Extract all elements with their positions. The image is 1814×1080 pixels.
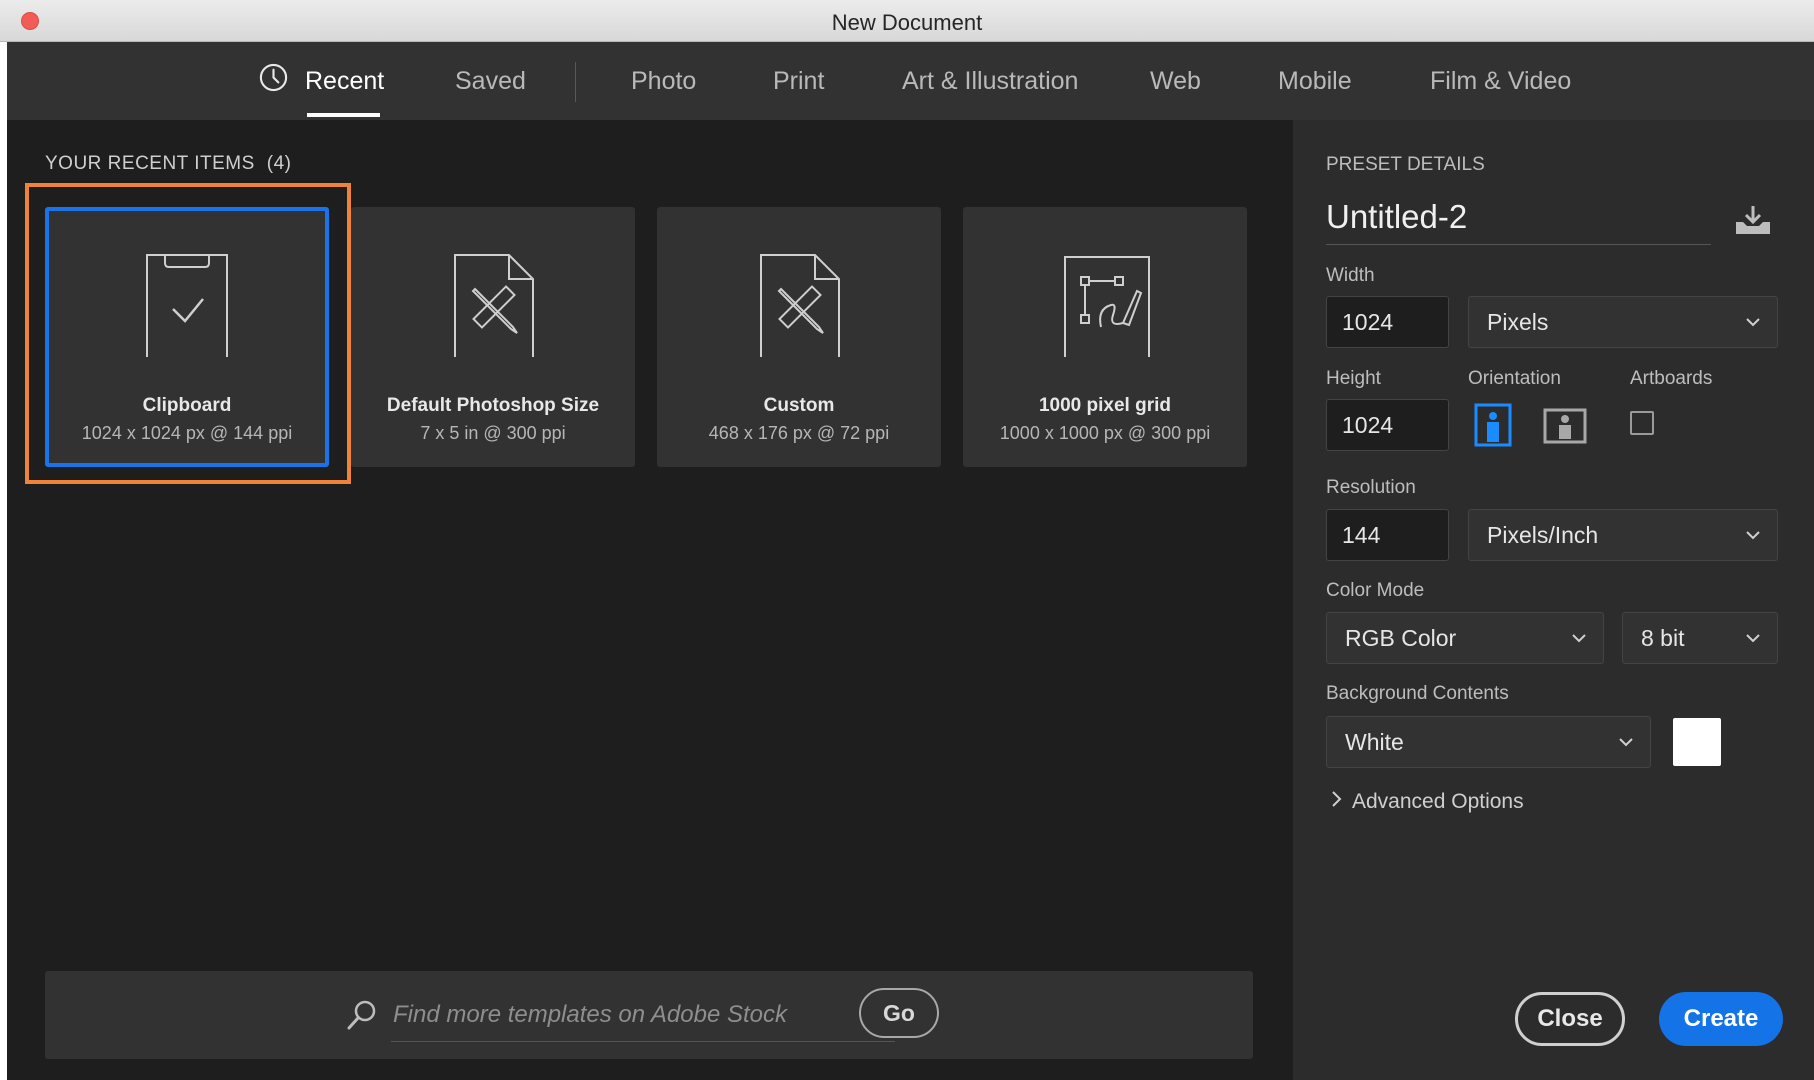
search-icon (347, 1000, 376, 1030)
tab-mobile[interactable]: Mobile (1278, 42, 1352, 120)
color-mode-value: RGB Color (1345, 625, 1457, 651)
recent-item-name: Custom (763, 395, 835, 416)
background-contents-dropdown[interactable]: White (1326, 716, 1651, 768)
chevron-down-icon (1619, 738, 1633, 747)
document-tools-icon (760, 254, 840, 357)
height-label: Height (1326, 368, 1381, 389)
landscape-orientation-icon[interactable] (1542, 402, 1588, 448)
recent-item-default-photoshop-size[interactable]: Default Photoshop Size 7 x 5 in @ 300 pp… (351, 207, 635, 467)
artboards-label: Artboards (1630, 368, 1713, 389)
recent-item-detail: 1024 x 1024 px @ 144 ppi (81, 423, 293, 443)
go-button[interactable]: Go (859, 988, 939, 1038)
adobe-stock-search-bar: Go (45, 971, 1253, 1059)
bit-depth-value: 8 bit (1641, 625, 1685, 651)
artboards-checkbox[interactable] (1630, 411, 1654, 435)
color-mode-label: Color Mode (1326, 580, 1425, 601)
preset-details-header: PRESET DETAILS (1326, 154, 1485, 175)
title-bar: New Document (0, 0, 1814, 42)
active-tab-indicator (307, 113, 380, 117)
preset-name-underline (1326, 244, 1711, 245)
chevron-down-icon (1746, 531, 1760, 540)
resolution-input[interactable]: 144 (1326, 509, 1449, 561)
artboard-pen-icon (1064, 256, 1150, 357)
bit-depth-dropdown[interactable]: 8 bit (1622, 612, 1778, 664)
width-unit-value: Pixels (1487, 309, 1549, 335)
recent-item-detail: 468 x 176 px @ 72 ppi (708, 423, 890, 443)
chevron-down-icon (1572, 634, 1586, 643)
recent-items-count: (4) (266, 153, 292, 174)
save-preset-icon[interactable] (1733, 202, 1773, 238)
clipboard-icon (146, 254, 228, 357)
chevron-right-icon (1332, 791, 1342, 807)
preset-details-panel: PRESET DETAILS Untitled-2 Width 1024 Pix… (1293, 120, 1814, 1080)
width-label: Width (1326, 265, 1375, 286)
recent-item-1000-pixel-grid[interactable]: 1000 pixel grid 1000 x 1000 px @ 300 ppi (963, 207, 1247, 467)
window-edge (0, 0, 7, 1080)
tab-print[interactable]: Print (773, 42, 824, 120)
recent-item-custom[interactable]: Custom 468 x 176 px @ 72 ppi (657, 207, 941, 467)
resolution-unit-value: Pixels/Inch (1487, 522, 1599, 548)
close-button[interactable]: Close (1515, 992, 1625, 1046)
recent-item-name: 1000 pixel grid (1038, 395, 1171, 416)
recent-item-detail: 1000 x 1000 px @ 300 ppi (999, 423, 1211, 443)
new-document-window: New Document Recent Saved Photo Print Ar… (0, 0, 1814, 1080)
resolution-label: Resolution (1326, 477, 1416, 498)
tab-saved[interactable]: Saved (455, 42, 526, 120)
width-unit-dropdown[interactable]: Pixels (1468, 296, 1778, 348)
background-contents-value: White (1345, 729, 1404, 755)
preset-name-field[interactable]: Untitled-2 (1326, 198, 1467, 236)
tab-film-video[interactable]: Film & Video (1430, 42, 1571, 120)
advanced-options-label: Advanced Options (1352, 790, 1524, 813)
document-tools-icon (454, 254, 534, 357)
category-tab-bar: Recent Saved Photo Print Art & Illustrat… (7, 42, 1814, 120)
color-mode-dropdown[interactable]: RGB Color (1326, 612, 1604, 664)
tab-art-illustration[interactable]: Art & Illustration (902, 42, 1078, 120)
clock-icon (259, 63, 288, 92)
chevron-down-icon (1746, 318, 1760, 327)
background-contents-label: Background Contents (1326, 683, 1509, 704)
recent-item-name: Default Photoshop Size (386, 395, 600, 416)
recent-item-clipboard[interactable]: Clipboard 1024 x 1024 px @ 144 ppi (45, 207, 329, 467)
recent-items-header: YOUR RECENT ITEMS (4) (45, 153, 292, 175)
advanced-options-toggle[interactable]: Advanced Options (1330, 790, 1524, 814)
orientation-label: Orientation (1468, 368, 1561, 389)
tab-divider (575, 62, 576, 102)
recent-items-title: YOUR RECENT ITEMS (45, 153, 255, 174)
window-title: New Document (831, 10, 983, 35)
tab-recent[interactable]: Recent (305, 42, 384, 120)
tab-photo[interactable]: Photo (631, 42, 696, 120)
create-button[interactable]: Create (1659, 992, 1783, 1046)
width-input[interactable]: 1024 (1326, 296, 1449, 348)
adobe-stock-search-input[interactable] (391, 989, 895, 1042)
resolution-unit-dropdown[interactable]: Pixels/Inch (1468, 509, 1778, 561)
background-color-swatch[interactable] (1673, 718, 1721, 766)
tab-web[interactable]: Web (1150, 42, 1201, 120)
chevron-down-icon (1746, 634, 1760, 643)
recent-item-name: Clipboard (142, 395, 232, 416)
height-input[interactable]: 1024 (1326, 399, 1449, 451)
recent-item-detail: 7 x 5 in @ 300 ppi (420, 423, 566, 443)
portrait-orientation-icon[interactable] (1470, 402, 1516, 448)
